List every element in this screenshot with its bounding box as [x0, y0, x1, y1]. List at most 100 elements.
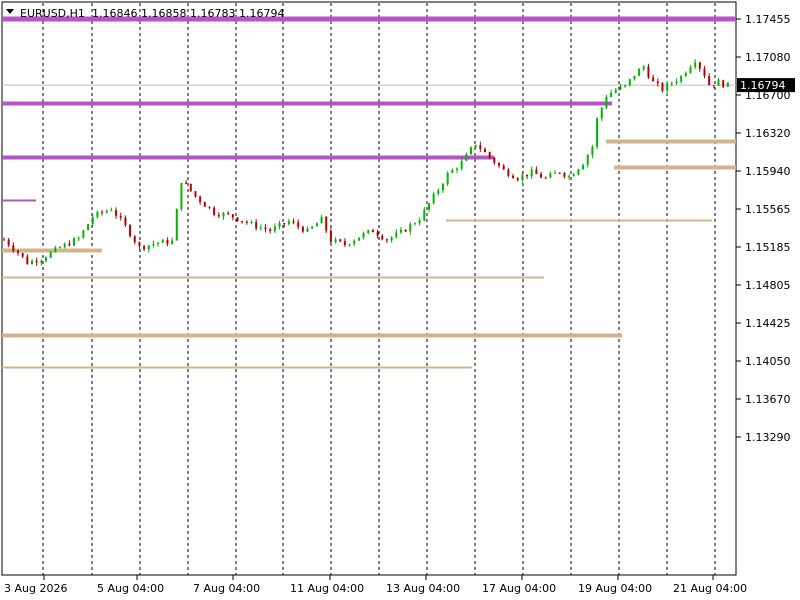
- x-tick-label: 3 Aug 2026: [4, 582, 67, 595]
- candle-body-up: [726, 82, 729, 87]
- candle-body-up: [222, 213, 225, 217]
- candle-body-down: [507, 169, 510, 176]
- candle-body-up: [152, 244, 155, 246]
- candle-body-down: [241, 221, 244, 223]
- candle-body-up: [287, 221, 290, 225]
- candle-body-up: [670, 83, 673, 85]
- candle-body-up: [572, 174, 575, 177]
- y-tick-label: 1.15565: [745, 203, 791, 216]
- candle-body-up: [666, 83, 669, 92]
- y-tick-label: 1.17455: [745, 13, 791, 26]
- candle-body-down: [698, 62, 701, 69]
- candle-body-up: [437, 190, 440, 194]
- candle-body-down: [3, 239, 5, 241]
- current-price-label: 1.16794: [740, 79, 786, 92]
- candle-body-up: [320, 216, 323, 224]
- candle-body-up: [610, 92, 613, 97]
- candle-body-up: [675, 81, 678, 84]
- x-tick-label: 19 Aug 04:00: [578, 582, 652, 595]
- candle-body-down: [269, 229, 272, 232]
- candle-body-down: [35, 260, 38, 263]
- candle-body-up: [470, 147, 472, 154]
- candle-body-up: [605, 96, 608, 108]
- candle-body-up: [180, 183, 183, 210]
- candle-body-up: [465, 153, 468, 161]
- candle-body-down: [708, 76, 711, 86]
- candle-body-up: [694, 62, 697, 67]
- candle-body-up: [717, 80, 720, 86]
- candle-body-up: [423, 209, 426, 221]
- candle-body-down: [325, 216, 328, 231]
- candle-body-down: [217, 214, 220, 217]
- candle-body-up: [357, 237, 360, 241]
- price-axis: 1.174551.170801.167001.163201.159401.155…: [736, 13, 791, 444]
- candle-body-down: [129, 225, 132, 237]
- candle-body-down: [301, 226, 304, 232]
- candle-body-up: [390, 237, 393, 241]
- candle-body-down: [493, 157, 496, 163]
- candle-body-up: [451, 169, 454, 174]
- candle-body-up: [367, 230, 370, 234]
- candle-body-up: [147, 245, 150, 250]
- y-tick-label: 1.13290: [745, 431, 791, 444]
- candle-body-down: [484, 149, 487, 153]
- candle-body-down: [544, 177, 547, 179]
- x-tick-label: 21 Aug 04:00: [673, 582, 747, 595]
- candle-body-up: [273, 226, 276, 232]
- y-tick-label: 1.14050: [745, 355, 791, 368]
- candle-body-up: [680, 75, 683, 82]
- candle-body-up: [306, 228, 309, 232]
- candle-body-up: [157, 242, 160, 245]
- candle-body-down: [535, 169, 538, 175]
- candle-body-down: [558, 172, 561, 174]
- candle-body-down: [329, 230, 332, 243]
- candle-body-up: [582, 164, 585, 170]
- candle-body-up: [110, 210, 113, 212]
- x-tick-label: 13 Aug 04:00: [386, 582, 460, 595]
- x-tick-label: 5 Aug 04:00: [97, 582, 164, 595]
- candle-body-down: [385, 239, 388, 241]
- candle-body-down: [371, 230, 374, 233]
- y-tick-label: 1.13670: [745, 393, 791, 406]
- y-tick-label: 1.14805: [745, 279, 791, 292]
- time-axis: 3 Aug 2026 5 Aug 04:00 7 Aug 04:00 11 Aug 0…: [4, 575, 747, 595]
- candle-body-down: [203, 202, 206, 207]
- candle-body-up: [82, 230, 85, 238]
- candle-body-down: [526, 174, 529, 177]
- candle-body-down: [143, 246, 146, 250]
- candle-body-down: [138, 242, 141, 247]
- candle-body-up: [586, 155, 589, 165]
- candle-body-up: [446, 173, 449, 185]
- candle-body-down: [213, 207, 216, 215]
- x-tick-label: 11 Aug 04:00: [290, 582, 364, 595]
- candle-body-down: [208, 206, 211, 208]
- candle-body-up: [362, 233, 365, 238]
- candle-body-down: [297, 222, 300, 227]
- candle-body-up: [600, 107, 603, 119]
- price-chart[interactable]: EURUSD,H1 1.16846 1.16858 1.16783 1.1679…: [0, 0, 800, 600]
- y-tick-label: 1.15185: [745, 241, 791, 254]
- candle-body-up: [49, 251, 52, 258]
- candle-body-up: [684, 72, 687, 76]
- candle-body-down: [512, 175, 515, 179]
- candle-body-down: [722, 80, 725, 87]
- candle-body-up: [175, 209, 178, 241]
- candle-body-down: [124, 217, 127, 226]
- candle-body-up: [250, 222, 253, 224]
- candle-body-down: [245, 221, 248, 223]
- y-tick-label: 1.17080: [745, 51, 791, 64]
- candle-body-down: [133, 236, 136, 243]
- candle-body-up: [395, 232, 398, 238]
- candle-body-down: [647, 66, 650, 78]
- candle-body-down: [488, 152, 491, 158]
- candle-body-up: [554, 172, 557, 174]
- candle-body-down: [343, 241, 346, 245]
- candle-body-up: [399, 229, 402, 233]
- candle-body-down: [199, 196, 202, 203]
- candle-body-down: [703, 68, 706, 77]
- candle-body-up: [96, 211, 99, 218]
- candle-body-up: [409, 224, 412, 232]
- candle-body-up: [614, 89, 617, 93]
- candle-body-down: [119, 215, 122, 218]
- candle-body-down: [227, 213, 230, 215]
